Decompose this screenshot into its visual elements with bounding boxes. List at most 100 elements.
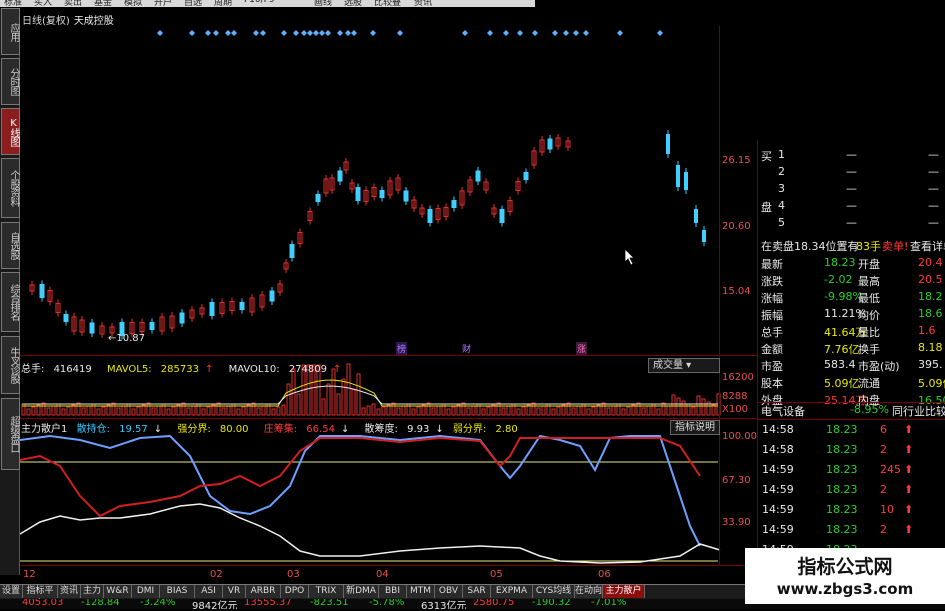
volume-bar [31, 406, 36, 416]
volume-bar [41, 402, 46, 416]
indicator-tab[interactable]: BIAS [160, 585, 195, 598]
indicator-tab[interactable]: ARBR [246, 585, 281, 598]
status-value: 9842亿元 [192, 601, 238, 609]
left-tab-7[interactable]: 超级盘口 [1, 398, 20, 470]
volume-bar [181, 402, 186, 416]
order-price: — [846, 148, 857, 161]
kline-chart-area[interactable] [20, 26, 757, 582]
signal-diamond [583, 30, 589, 36]
volume-bar [186, 407, 191, 416]
signal-diamond [225, 30, 231, 36]
watermark-url: www.zbgs3.com [776, 580, 914, 598]
signal-diamond [205, 30, 211, 36]
signal-diamond [517, 30, 523, 36]
menu-item[interactable]: 选股 [344, 0, 362, 7]
sell-order-notice: 在卖盘18.34位置有83手卖单!查看详单 [758, 238, 945, 254]
signal-diamond [253, 30, 259, 36]
volume-bar [371, 403, 376, 416]
left-tab-3[interactable]: 个股资料 [1, 158, 20, 218]
quote-label: 振幅 [761, 309, 783, 322]
indicator-tab[interactable]: CYS均线 [533, 585, 575, 598]
volume-bar [481, 408, 486, 416]
volume-bar [416, 406, 421, 416]
left-tab-bar: 应用分时图 K线图个股资料自选股综合排名牛叉诊股超级盘口 [0, 8, 20, 575]
left-tab-2[interactable]: K线图 [1, 108, 20, 155]
quote-value: 583.4 [824, 358, 856, 371]
detail-link[interactable]: 查看详单 [910, 238, 945, 254]
left-tab-1[interactable]: 分时图 [1, 58, 20, 105]
indicator-tab[interactable]: EXPMA [491, 585, 533, 598]
volume-bar [171, 406, 176, 416]
volume-bar [351, 388, 356, 416]
indicator-tab[interactable]: BBI [379, 585, 407, 598]
indicator-tab[interactable]: VR [223, 585, 246, 598]
candle-body [499, 209, 505, 223]
date-tick: 12 [23, 569, 36, 580]
volume-bar [576, 405, 581, 416]
left-tab-5[interactable]: 综合排名 [1, 272, 20, 332]
tick-row: 14:59 18.23 2 ⬆ [758, 483, 945, 499]
menu-item[interactable]: 比较叠 [374, 0, 401, 7]
indicator-tab[interactable]: OBV [435, 585, 463, 598]
indicator-tab[interactable]: 在动向 [575, 585, 603, 598]
left-tab-0[interactable]: 应用 [1, 8, 20, 55]
indicator-tab[interactable]: DMI [132, 585, 160, 598]
menu-item[interactable]: 周期 [214, 0, 232, 7]
compare-link[interactable]: 同行业比较 [892, 403, 945, 419]
indicator-tab[interactable]: MTM [407, 585, 435, 598]
status-value: 13555.37 [244, 599, 292, 608]
indicator-lines [20, 434, 721, 564]
tick-row: 14:59 18.23 10 ⬆ [758, 503, 945, 519]
quote-label: 流通 [858, 377, 880, 390]
menu-item[interactable]: 卖出 [64, 0, 82, 7]
indicator-tab[interactable]: SAR [463, 585, 491, 598]
date-tick: 02 [210, 569, 223, 580]
signal-diamond [325, 30, 331, 36]
menu-item[interactable]: 买入 [34, 0, 52, 7]
menu-item[interactable]: 基金 [94, 0, 112, 7]
volume-bar [601, 402, 606, 416]
menu-item[interactable]: 开户 [154, 0, 172, 7]
menu-item[interactable]: 标准 [4, 0, 22, 7]
indicator-tab[interactable]: W&R [104, 585, 132, 598]
volume-bar [116, 407, 121, 416]
indicator-tab[interactable]: TRIX [309, 585, 344, 598]
menu-item[interactable]: 模拟 [124, 0, 142, 7]
menu-item[interactable]: 自选 [184, 0, 202, 7]
volume-bar [376, 408, 381, 416]
left-tab-6[interactable]: 牛叉诊股 [1, 336, 20, 394]
volume-bar [611, 405, 616, 416]
up-arrow-icon: ⬆ [904, 463, 914, 476]
candlestick-series [29, 130, 706, 340]
indicator-tab[interactable]: DPO [281, 585, 309, 598]
volume-indicator-select[interactable]: 成交量 ▾ [648, 358, 720, 373]
menu-item[interactable]: 画线 [314, 0, 332, 7]
menu-item[interactable]: F10/F9 [244, 0, 275, 5]
event-mark[interactable]: 涨 [576, 342, 588, 355]
volume-bar [46, 407, 51, 416]
indicator-tab[interactable]: 主力散户1 [603, 585, 645, 609]
left-tab-4[interactable]: 自选股 [1, 222, 20, 269]
indicator-help-button[interactable]: 指标说明 [670, 420, 720, 435]
volume-bar [401, 405, 406, 416]
volume-bar [411, 408, 416, 416]
status-value: -5.78% [369, 599, 405, 608]
mavol5-line [22, 379, 718, 407]
volume-bar [396, 407, 401, 416]
indicator-tab[interactable]: 新DMA [344, 585, 379, 598]
indicator-tab[interactable]: ASI [195, 585, 223, 598]
indicator-tab[interactable]: 设置 [0, 585, 23, 598]
menu-item[interactable]: 资讯 [414, 0, 432, 7]
status-value: -128.84 [81, 599, 120, 608]
indicator-tab[interactable]: 指标平台 [23, 585, 58, 609]
volume-bar [216, 402, 221, 416]
volume-bar [641, 407, 646, 416]
indicator-tab[interactable]: 资讯 [58, 585, 81, 598]
order-book-row: 3 — — [758, 182, 945, 198]
indicator-tab[interactable]: 主力 [81, 585, 104, 598]
signal-diamond [307, 30, 313, 36]
quote-label: 涨跌 [761, 275, 783, 288]
event-mark[interactable]: 财 [462, 342, 471, 355]
signal-diamond [563, 30, 569, 36]
event-mark[interactable]: 榜 [396, 342, 408, 355]
